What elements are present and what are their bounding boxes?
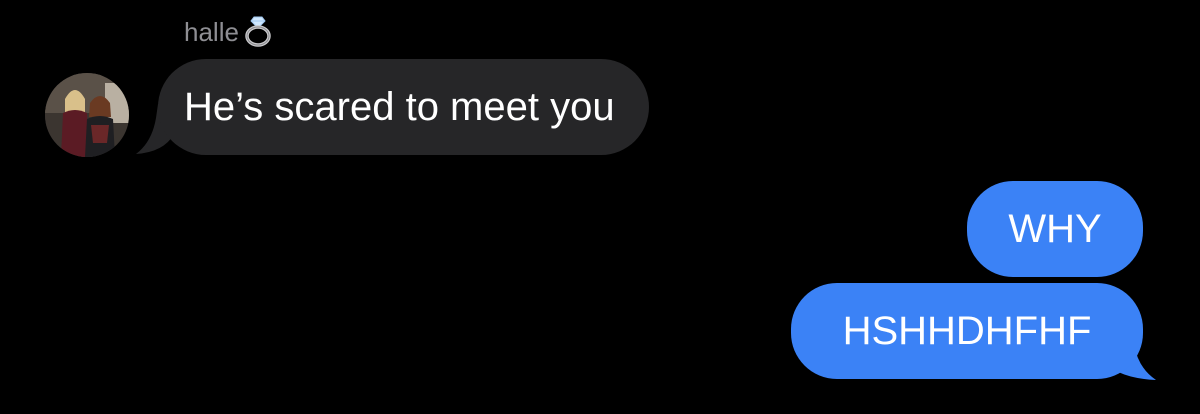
message-thread: halle He’s scared to meet you WHY HSHHDH… (0, 0, 1200, 414)
sender-avatar[interactable] (45, 73, 129, 157)
message-text: HSHHDHFHF (842, 309, 1092, 353)
message-text: He’s scared to meet you (184, 85, 615, 129)
sender-name: halle (184, 17, 239, 47)
ring-icon (241, 15, 275, 47)
incoming-message-bubble[interactable]: He’s scared to meet you (158, 59, 649, 155)
sender-name-label: halle (184, 15, 275, 47)
outgoing-message-bubble[interactable]: WHY (967, 181, 1143, 277)
message-text: WHY (1008, 207, 1102, 251)
outgoing-message-bubble[interactable]: HSHHDHFHF (791, 283, 1143, 379)
